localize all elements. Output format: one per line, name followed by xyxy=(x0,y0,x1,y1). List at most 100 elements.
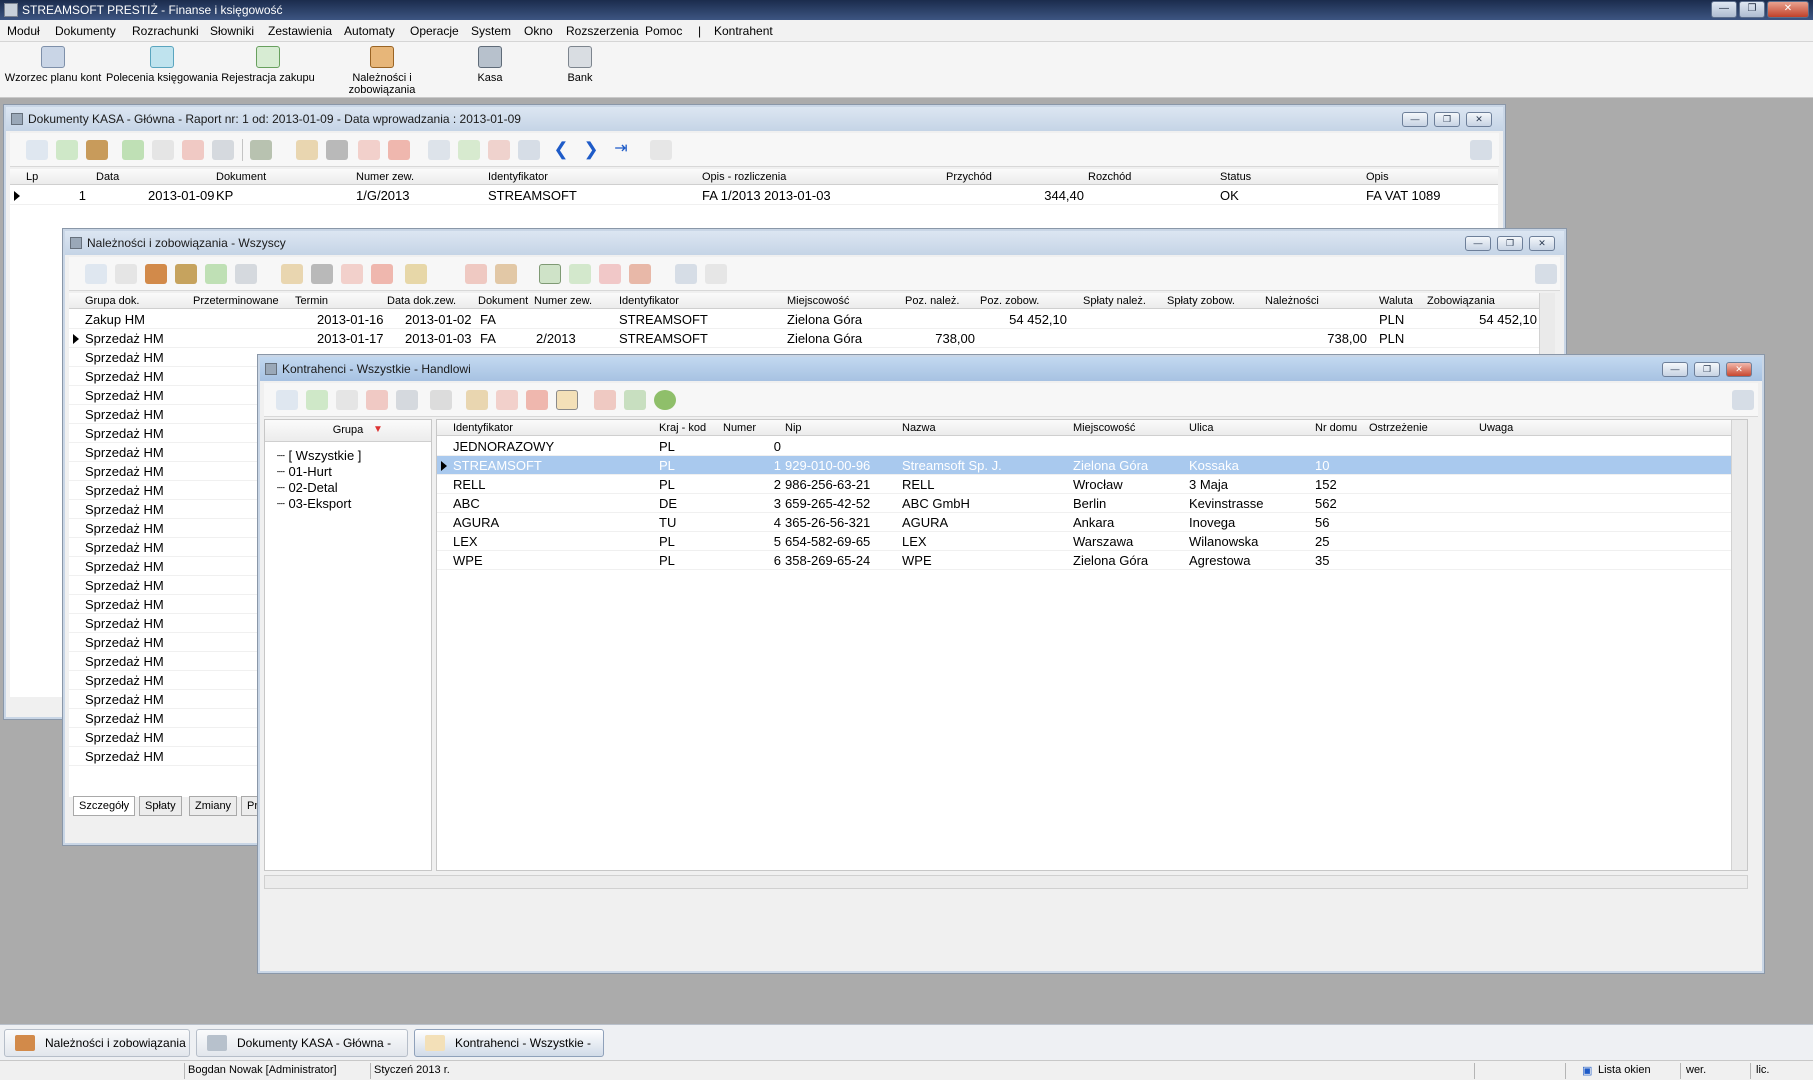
filter-report-icon[interactable] xyxy=(465,264,487,284)
maximize-button[interactable]: ❐ xyxy=(1739,1,1765,18)
globe-icon[interactable] xyxy=(654,390,676,410)
window-kasa-maximize[interactable]: ❐ xyxy=(1434,112,1460,127)
print-icon[interactable] xyxy=(235,264,257,284)
window-kasa-close[interactable]: ✕ xyxy=(1466,112,1492,127)
group-header[interactable]: Grupa ▼ xyxy=(265,420,431,442)
delete-icon[interactable] xyxy=(182,140,204,160)
table-row-selected[interactable]: STREAMSOFT PL 1 929-010-00-96 Streamsoft… xyxy=(437,456,1747,475)
col-przeterminowane[interactable]: Przeterminowane xyxy=(193,295,279,307)
mail-icon[interactable] xyxy=(594,390,616,410)
col-nazwa[interactable]: Nazwa xyxy=(902,422,936,434)
close-button[interactable]: ✕ xyxy=(1767,1,1809,18)
grid-red-icon[interactable] xyxy=(599,264,621,284)
menu-kontrahent[interactable]: Kontrahent xyxy=(714,24,773,38)
calculator-icon[interactable] xyxy=(250,140,272,160)
document-icon[interactable] xyxy=(86,140,108,160)
col-data-dok-zew[interactable]: Data dok.zew. xyxy=(387,295,456,307)
table-row[interactable]: LEX PL 5 654-582-69-65 LEX Warszawa Wila… xyxy=(437,532,1747,551)
export-icon[interactable] xyxy=(650,140,672,160)
table-row[interactable]: Zakup HM 2013-01-16 2013-01-02 FA STREAM… xyxy=(69,310,1555,329)
reject-icon[interactable] xyxy=(488,140,510,160)
filter-icon[interactable] xyxy=(341,264,363,284)
edit-icon[interactable] xyxy=(152,140,174,160)
col-przychod[interactable]: Przychód xyxy=(946,171,992,183)
handshake-icon[interactable] xyxy=(556,390,578,410)
col-identyfikator[interactable]: Identyfikator xyxy=(453,422,513,434)
col-numer-zew[interactable]: Numer zew. xyxy=(534,295,592,307)
filter-icon[interactable] xyxy=(358,140,380,160)
list-icon[interactable] xyxy=(430,390,452,410)
tree-item-hurt[interactable]: ┈ 01-Hurt xyxy=(277,464,361,480)
table-row[interactable]: JEDNORAZOWY PL 0 xyxy=(437,437,1747,456)
prev-arrow-icon[interactable]: ❮ xyxy=(550,140,572,160)
menu-okno[interactable]: Okno xyxy=(524,24,553,38)
filter-clear-icon[interactable] xyxy=(526,390,548,410)
rejestracja-zakupu-button[interactable]: Rejestracja zakupu xyxy=(220,46,316,84)
package-icon[interactable] xyxy=(495,264,517,284)
menu-system[interactable]: System xyxy=(471,24,511,38)
export-icon[interactable] xyxy=(705,264,727,284)
col-zobowiazania[interactable]: Zobowiązania xyxy=(1427,295,1495,307)
menu-operacje[interactable]: Operacje xyxy=(410,24,459,38)
tab-zmiany[interactable]: Zmiany xyxy=(189,796,238,816)
table-row[interactable]: AGURA TU 4 365-26-56-321 AGURA Ankara In… xyxy=(437,513,1747,532)
window-list-button[interactable]: Lista okien xyxy=(1598,1064,1651,1076)
menu-zestawienia[interactable]: Zestawienia xyxy=(268,24,332,38)
col-waluta[interactable]: Waluta xyxy=(1379,295,1413,307)
tools-dropdown-icon[interactable] xyxy=(405,264,427,284)
edit-icon[interactable] xyxy=(336,390,358,410)
col-opis-rozliczenia[interactable]: Opis - rozliczenia xyxy=(702,171,786,183)
layout-icon[interactable] xyxy=(1732,390,1754,410)
col-status[interactable]: Status xyxy=(1220,171,1251,183)
preview-icon[interactable] xyxy=(85,264,107,284)
menu-dokumenty[interactable]: Dokumenty xyxy=(55,24,116,38)
last-arrow-icon[interactable]: ⇥ xyxy=(610,140,632,160)
sort-icon[interactable] xyxy=(296,140,318,160)
window-kontr-close[interactable]: ✕ xyxy=(1726,362,1752,377)
payable-icon[interactable] xyxy=(175,264,197,284)
print-icon[interactable] xyxy=(212,140,234,160)
col-dokument[interactable]: Dokument xyxy=(216,171,266,183)
grid-view-icon[interactable] xyxy=(539,264,561,284)
tree-item-eksport[interactable]: ┈ 03-Eksport xyxy=(277,496,361,512)
col-ulica[interactable]: Ulica xyxy=(1189,422,1213,434)
link-icon[interactable] xyxy=(675,264,697,284)
task-naleznosci[interactable]: Należności i zobowiązania - ... xyxy=(4,1029,190,1076)
col-grupa[interactable]: Grupa dok. xyxy=(85,295,139,307)
table-row[interactable]: 1 2013-01-09 KP 1/G/2013 STREAMSOFT FA 1… xyxy=(10,186,1498,205)
col-identyfikator[interactable]: Identyfikator xyxy=(619,295,679,307)
tree-item-wszystkie[interactable]: ┈ [ Wszystkie ] xyxy=(277,448,361,464)
window-nal-titlebar[interactable]: Należności i zobowiązania - Wszyscy — ❐ … xyxy=(65,231,1564,255)
col-splaty-nalez[interactable]: Spłaty należ. xyxy=(1083,295,1146,307)
col-opis[interactable]: Opis xyxy=(1366,171,1389,183)
menu-pomoc[interactable]: Pomoc xyxy=(645,24,682,38)
window-nal-maximize[interactable]: ❐ xyxy=(1497,236,1523,251)
col-identyfikator[interactable]: Identyfikator xyxy=(488,171,548,183)
preview-icon[interactable] xyxy=(276,390,298,410)
filter-clear-icon[interactable] xyxy=(371,264,393,284)
menu-rozszerzenia[interactable]: Rozszerzenia xyxy=(566,24,639,38)
add-icon[interactable] xyxy=(56,140,78,160)
approve-icon[interactable] xyxy=(458,140,480,160)
settle-icon[interactable] xyxy=(518,140,540,160)
col-numer-zew[interactable]: Numer zew. xyxy=(356,171,414,183)
tree-item-detal[interactable]: ┈ 02-Detal xyxy=(277,480,361,496)
dropdown-arrow-icon[interactable]: ▼ xyxy=(373,424,383,435)
tab-splaty[interactable]: Spłaty xyxy=(139,796,182,816)
col-poz-nalez[interactable]: Poz. należ. xyxy=(905,295,959,307)
task-dokumenty-kasa[interactable]: Dokumenty KASA - Główna - Ra... xyxy=(196,1029,408,1076)
add-icon[interactable] xyxy=(306,390,328,410)
bank-button[interactable]: Bank xyxy=(560,46,600,84)
layout-icon[interactable] xyxy=(1535,264,1557,284)
delete-icon[interactable] xyxy=(366,390,388,410)
table-row[interactable]: WPE PL 6 358-269-65-24 WPE Zielona Góra … xyxy=(437,551,1747,570)
menu-slowniki[interactable]: Słowniki xyxy=(210,24,254,38)
col-miejscowosc[interactable]: Miejscowość xyxy=(1073,422,1135,434)
col-splaty-zobow[interactable]: Spłaty zobow. xyxy=(1167,295,1235,307)
col-nr-domu[interactable]: Nr domu xyxy=(1315,422,1357,434)
menu-automaty[interactable]: Automaty xyxy=(344,24,395,38)
col-ostrzezenie[interactable]: Ostrzeżenie xyxy=(1369,422,1428,434)
col-rozchod[interactable]: Rozchód xyxy=(1088,171,1131,183)
naleznosci-zobowiazania-button[interactable]: Należności i zobowiązania xyxy=(318,46,446,96)
task-kontrahenci[interactable]: Kontrahenci - Wszystkie - Ha... xyxy=(414,1029,604,1076)
